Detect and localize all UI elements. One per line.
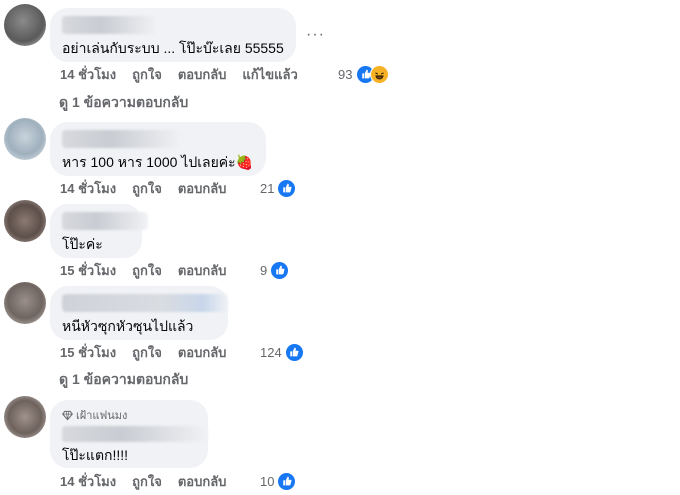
comment-bubble: อย่าเล่นกับระบบ ... โป๊ะบ๊ะเลย 55555 [50,8,296,62]
reaction-summary[interactable]: 93 [338,64,390,84]
reaction-summary[interactable]: 10 [260,471,297,491]
like-button[interactable]: ถูกใจ [132,342,162,363]
avatar[interactable] [4,4,46,46]
comment-bubble: หาร 100 หาร 1000 ไปเลยค่ะ🍓 [50,122,266,176]
view-replies-link[interactable]: ดู 1 ข้อความตอบกลับ [55,93,188,113]
edited-label[interactable]: แก้ไขแล้ว [242,64,297,85]
comment-actions: 15 ชั่วโมง ถูกใจ ตอบกลับ [60,342,242,362]
reaction-count: 93 [338,66,353,82]
reply-button[interactable]: ตอบกลับ [178,260,227,281]
avatar[interactable] [4,118,46,160]
comment-actions: 14 ชั่วโมง ถูกใจ ตอบกลับ [60,178,242,198]
reaction-summary[interactable]: 124 [260,342,304,362]
avatar[interactable] [4,396,46,438]
author-name-blurred[interactable] [62,130,182,148]
reaction-summary[interactable]: 9 [260,260,290,280]
timestamp[interactable]: 15 ชั่วโมง [60,342,116,363]
more-options-icon[interactable]: ··· [306,26,325,44]
like-button[interactable]: ถูกใจ [132,178,162,199]
timestamp[interactable]: 14 ชั่วโมง [60,471,116,492]
top-fan-badge[interactable]: เฝ้าแฟนมง [62,406,196,424]
reply-button[interactable]: ตอบกลับ [178,471,227,492]
reaction-count: 10 [260,473,275,489]
haha-reaction-icon [370,64,390,84]
comment-text: โป๊ะแตก!!!! [62,447,129,463]
comment-text: โป๊ะค่ะ [62,236,103,252]
reply-button[interactable]: ตอบกลับ [178,178,227,199]
comment-text: หาร 100 หาร 1000 ไปเลยค่ะ🍓 [62,154,254,170]
author-name-blurred[interactable] [62,426,208,442]
like-button[interactable]: ถูกใจ [132,471,162,492]
comment-text: หนีหัวซุกหัวซุนไปแล้ว [62,318,194,334]
reaction-count: 21 [260,180,275,196]
reaction-count: 9 [260,262,268,278]
timestamp[interactable]: 14 ชั่วโมง [60,64,116,85]
like-reaction-icon [284,342,304,362]
timestamp[interactable]: 15 ชั่วโมง [60,260,116,281]
like-button[interactable]: ถูกใจ [132,260,162,281]
view-replies-label: ดู 1 ข้อความตอบกลับ [59,371,189,387]
view-replies-link[interactable]: ดู 1 ข้อความตอบกลับ [55,370,188,390]
avatar[interactable] [4,282,46,324]
comment-text: อย่าเล่นกับระบบ ... โป๊ะบ๊ะเลย 55555 [62,40,284,56]
author-name-blurred[interactable] [62,294,228,312]
comment-bubble: หนีหัวซุกหัวซุนไปแล้ว [50,286,228,340]
comment-bubble: เฝ้าแฟนมง โป๊ะแตก!!!! [50,400,208,468]
comment-actions: 14 ชั่วโมง ถูกใจ ตอบกลับ แก้ไขแล้ว [60,64,314,84]
like-reaction-icon [270,260,290,280]
comment-bubble: โป๊ะค่ะ [50,204,148,258]
like-reaction-icon [277,178,297,198]
like-button[interactable]: ถูกใจ [132,64,162,85]
comment-actions: 14 ชั่วโมง ถูกใจ ตอบกลับ [60,471,242,491]
reaction-count: 124 [260,344,282,360]
author-name-blurred[interactable] [62,212,148,230]
badge-label: เฝ้าแฟนมง [76,410,128,422]
like-reaction-icon [277,471,297,491]
diamond-icon [62,410,73,420]
reply-button[interactable]: ตอบกลับ [178,342,227,363]
timestamp[interactable]: 14 ชั่วโมง [60,178,116,199]
comment-actions: 15 ชั่วโมง ถูกใจ ตอบกลับ [60,260,242,280]
reaction-summary[interactable]: 21 [260,178,297,198]
view-replies-label: ดู 1 ข้อความตอบกลับ [59,94,189,110]
author-name-blurred[interactable] [62,16,158,34]
avatar[interactable] [4,200,46,242]
reply-button[interactable]: ตอบกลับ [178,64,227,85]
